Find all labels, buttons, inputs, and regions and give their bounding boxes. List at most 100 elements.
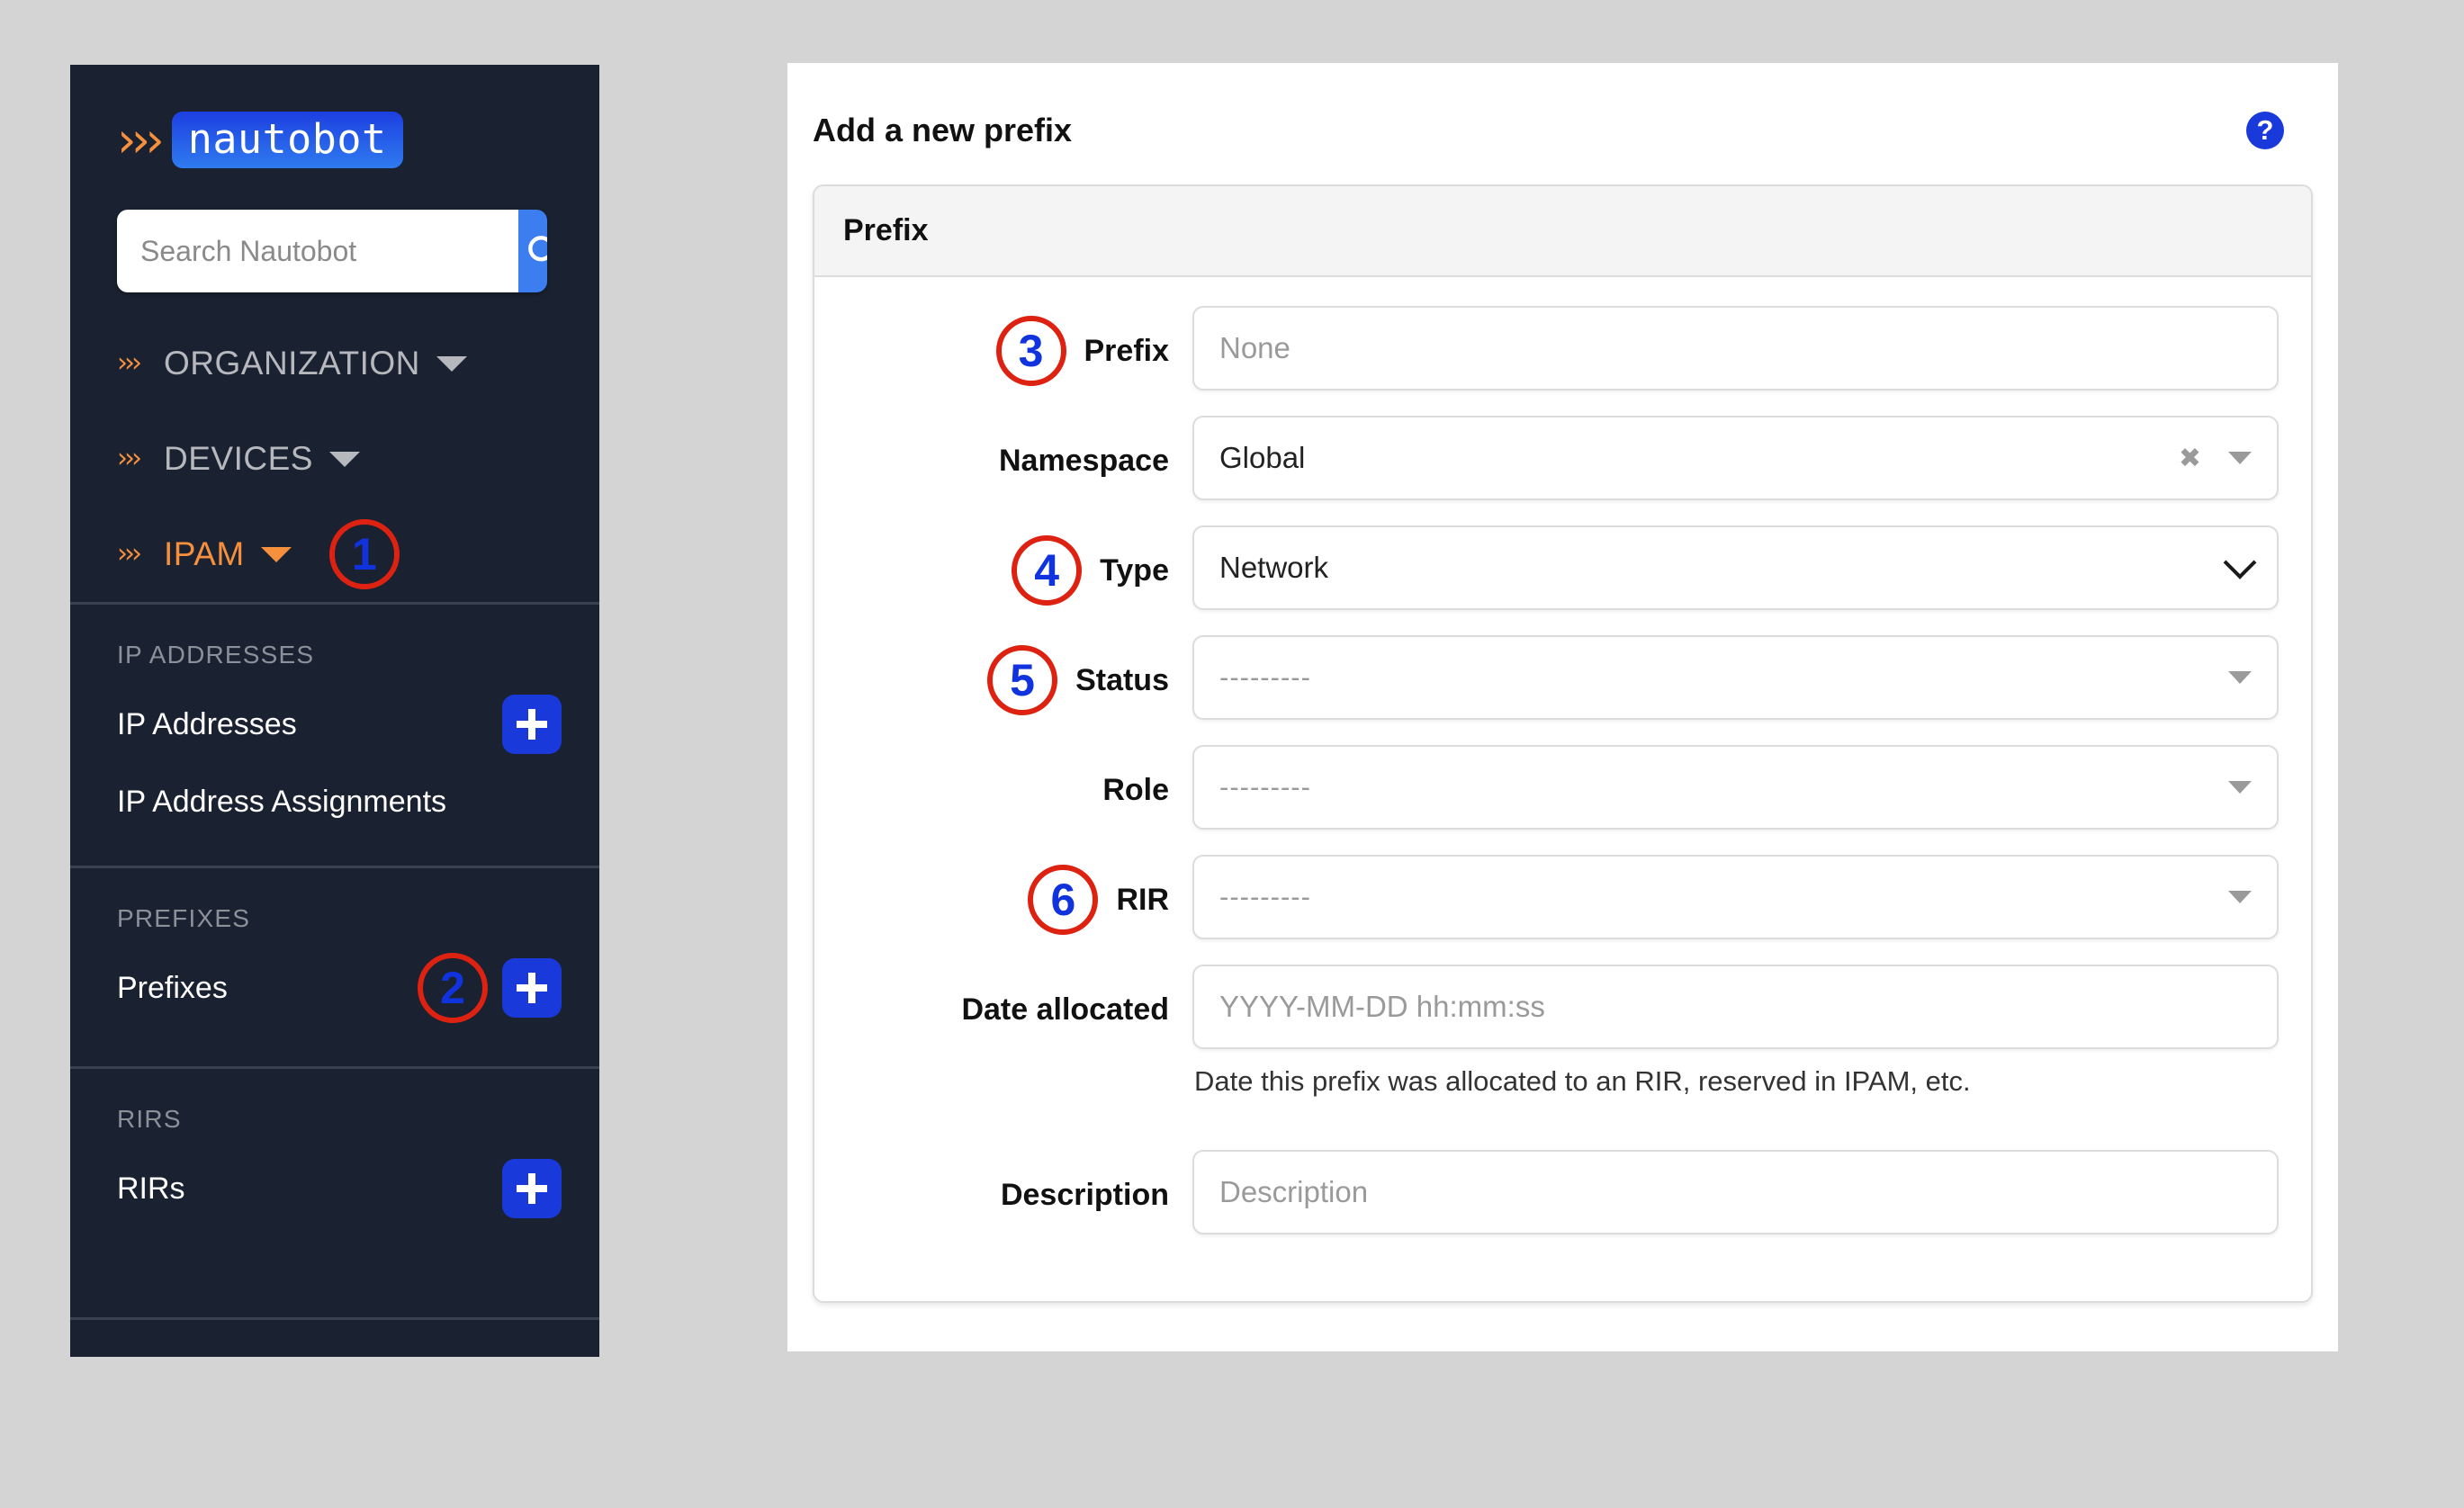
sidebar-item-rirs[interactable]: RIRs	[70, 1150, 599, 1227]
form-row-type: 4 Type Network	[814, 525, 2279, 615]
field-label: Type	[1100, 552, 1169, 588]
namespace-select[interactable]: Global ✖	[1192, 416, 2279, 500]
field-label: Description	[1000, 1177, 1169, 1212]
control-cell: Network	[1192, 525, 2279, 610]
label-cell: Description	[814, 1150, 1192, 1240]
field-help-text: Date this prefix was allocated to an RIR…	[1194, 1065, 1971, 1097]
field-label: Role	[1102, 772, 1169, 807]
chevron-down-icon	[260, 546, 292, 562]
placeholder-text: ---------	[1219, 661, 1311, 693]
annotation-marker-2: 2	[418, 953, 488, 1024]
placeholder-text: ---------	[1219, 771, 1311, 803]
search-button[interactable]	[518, 210, 547, 293]
control-cell: Global ✖	[1192, 416, 2279, 500]
control-cell: ---------	[1192, 855, 2279, 939]
selected-value: Network	[1219, 551, 1329, 584]
form-row-prefix: 3 Prefix None	[814, 306, 2279, 396]
form-row-role: Role ---------	[814, 745, 2279, 835]
rir-select[interactable]: ---------	[1192, 855, 2279, 939]
label-cell: 3 Prefix	[814, 306, 1192, 396]
field-label: Date allocated	[961, 992, 1169, 1027]
help-icon[interactable]: ?	[2246, 112, 2284, 149]
chevron-down-icon[interactable]	[2228, 452, 2252, 464]
section-title: RIRS	[117, 1105, 182, 1134]
placeholder-text: None	[1219, 331, 1290, 364]
label-cell: 5 Status	[814, 635, 1192, 725]
card-title: Prefix	[814, 186, 2311, 277]
form-body: 3 Prefix None Namespace Global ✖ 4 Type …	[814, 277, 2311, 1301]
add-prefix-button[interactable]	[502, 958, 562, 1019]
main-panel: Add a new prefix ? Prefix 3 Prefix None	[787, 63, 2338, 1351]
add-rir-button[interactable]	[502, 1159, 562, 1219]
sidebar-section-prefixes: PREFIXES Prefixes 2	[70, 868, 599, 1066]
sidebar-nav-devices[interactable]: ››› DEVICES	[70, 435, 599, 483]
clear-icon[interactable]: ✖	[2179, 443, 2201, 474]
page-header: Add a new prefix ?	[787, 63, 2338, 149]
annotation-marker-5: 5	[987, 645, 1058, 715]
form-row-rir: 6 RIR ---------	[814, 855, 2279, 945]
control-cell: ---------	[1192, 745, 2279, 830]
brand-name: nautobot	[171, 112, 403, 169]
field-label: RIR	[1116, 882, 1169, 917]
control-cell: None	[1192, 306, 2279, 390]
form-row-namespace: Namespace Global ✖	[814, 416, 2279, 506]
prefix-input[interactable]: None	[1192, 306, 2279, 390]
form-row-date-allocated: Date allocated YYYY-MM-DD hh:mm:ss Date …	[814, 965, 2279, 1098]
section-title: PREFIXES	[117, 904, 251, 933]
date-allocated-input[interactable]: YYYY-MM-DD hh:mm:ss	[1192, 965, 2279, 1049]
sidebar-item-label: IP Address Assignments	[117, 784, 447, 819]
control-cell: Description	[1192, 1150, 2279, 1234]
chevrons-icon: ›››	[117, 538, 142, 570]
sidebar-item-ip-address-assignments[interactable]: IP Address Assignments	[70, 763, 599, 840]
sidebar-nav-label: IPAM	[164, 535, 245, 573]
search-input[interactable]	[117, 210, 518, 293]
add-ip-address-button[interactable]	[502, 695, 562, 755]
chevron-down-icon	[436, 355, 467, 372]
sidebar-nav-label: ORGANIZATION	[164, 345, 420, 382]
sidebar-section-rirs: RIRS RIRs	[70, 1069, 599, 1317]
field-label: Namespace	[998, 443, 1169, 478]
brand-chevrons-icon: ›››	[117, 111, 165, 168]
label-cell: 4 Type	[814, 525, 1192, 615]
label-cell: Role	[814, 745, 1192, 835]
annotation-marker-1: 1	[328, 519, 400, 590]
control-cell: YYYY-MM-DD hh:mm:ss Date this prefix was…	[1192, 965, 2279, 1098]
field-label: Status	[1075, 662, 1169, 697]
annotation-marker-3: 3	[995, 316, 1066, 386]
form-row-description: Description Description	[814, 1150, 2279, 1240]
label-cell: 6 RIR	[814, 855, 1192, 945]
control-cell: ---------	[1192, 635, 2279, 720]
sidebar-item-prefixes[interactable]: Prefixes 2	[70, 949, 599, 1027]
sidebar-item-label: IP Addresses	[117, 706, 297, 741]
chevron-down-icon[interactable]	[2228, 781, 2252, 794]
label-cell: Date allocated	[814, 965, 1192, 1055]
sidebar-nav-organization[interactable]: ››› ORGANIZATION	[70, 339, 599, 388]
chevron-down-icon[interactable]	[2228, 671, 2252, 684]
annotation-marker-6: 6	[1028, 865, 1099, 935]
sidebar-nav-ipam[interactable]: ››› IPAM 1	[70, 519, 599, 590]
placeholder-text: YYYY-MM-DD hh:mm:ss	[1219, 990, 1545, 1023]
search-bar[interactable]	[117, 210, 547, 293]
chevron-down-icon[interactable]	[2223, 545, 2257, 579]
sidebar-section-ip-addresses: IP ADDRESSES IP Addresses IP Address Ass…	[70, 605, 599, 866]
selected-value: Global	[1219, 441, 1306, 474]
brand-logo[interactable]: ››› nautobot	[70, 65, 599, 169]
prefix-form-card: Prefix 3 Prefix None Namespace Global ✖ …	[813, 184, 2313, 1303]
divider	[70, 1317, 599, 1321]
field-label: Prefix	[1084, 333, 1170, 368]
chevron-down-icon[interactable]	[2228, 891, 2252, 903]
placeholder-text: Description	[1219, 1175, 1369, 1208]
search-icon	[528, 236, 547, 262]
sidebar-item-label: Prefixes	[117, 970, 228, 1005]
description-input[interactable]: Description	[1192, 1150, 2279, 1234]
sidebar-item-ip-addresses[interactable]: IP Addresses	[70, 686, 599, 763]
type-select[interactable]: Network	[1192, 525, 2279, 610]
role-select[interactable]: ---------	[1192, 745, 2279, 830]
status-select[interactable]: ---------	[1192, 635, 2279, 720]
sidebar: ››› nautobot ››› ORGANIZATION ››› DEVICE…	[70, 65, 599, 1357]
